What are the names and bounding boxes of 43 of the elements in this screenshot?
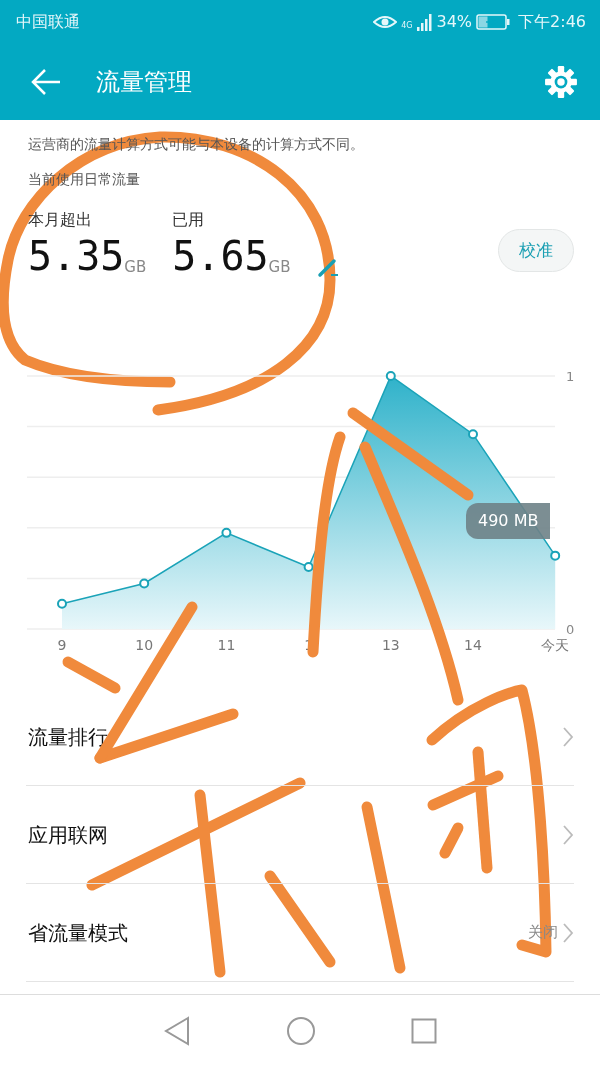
x-axis-label: 10: [135, 637, 154, 653]
data-point: [57, 598, 67, 609]
x-axis-label: 13: [381, 637, 400, 653]
settings-button[interactable]: [544, 64, 578, 99]
data-point: [221, 527, 232, 538]
x-axis-label: 今天: [541, 637, 570, 653]
battery-icon: [476, 13, 511, 30]
carrier-name: 中国联通: [16, 10, 80, 33]
stat-unit: GB: [124, 256, 147, 278]
page-title: 流量管理: [96, 66, 192, 98]
stat-unit: GB: [268, 256, 291, 278]
chevron-icon: [562, 921, 574, 944]
menu-label: 省流量模式: [28, 919, 128, 947]
data-point: [303, 562, 314, 572]
data-point: [468, 429, 478, 440]
eye-icon: [373, 13, 398, 30]
data-point: [139, 578, 150, 589]
signal-icon: [416, 12, 433, 31]
value-tooltip: 490 MB: [466, 503, 551, 539]
recents-nav-button[interactable]: [411, 1017, 437, 1044]
home-nav-button[interactable]: [286, 1015, 316, 1046]
clock-time: 下午2:46: [518, 10, 586, 33]
stat-label: 本月超出: [28, 209, 93, 231]
stat-value: 5.35: [28, 236, 125, 276]
y-axis-label: 0: [566, 622, 575, 637]
menu-item[interactable]: 流量排行: [26, 688, 574, 786]
back-nav-button[interactable]: [163, 1015, 191, 1046]
y-axis-label: 1: [566, 369, 575, 384]
menu-label: 流量排行: [28, 723, 108, 751]
battery-percent: 34%: [436, 10, 473, 33]
menu-item[interactable]: 应用联网: [26, 786, 574, 884]
chevron-icon: [562, 725, 574, 748]
chevron-icon: [562, 823, 574, 846]
menu-label: 应用联网: [28, 821, 108, 849]
stat-label: 已用: [172, 209, 206, 231]
stat-value: 5.65: [172, 236, 269, 276]
network-type: 4G: [401, 19, 413, 32]
data-point: [385, 371, 396, 381]
data-point: [550, 550, 561, 561]
x-axis-label: 14: [464, 637, 482, 653]
x-axis-label: 11: [217, 637, 236, 653]
x-axis-label: 9: [57, 637, 67, 653]
back-button[interactable]: [30, 67, 62, 96]
